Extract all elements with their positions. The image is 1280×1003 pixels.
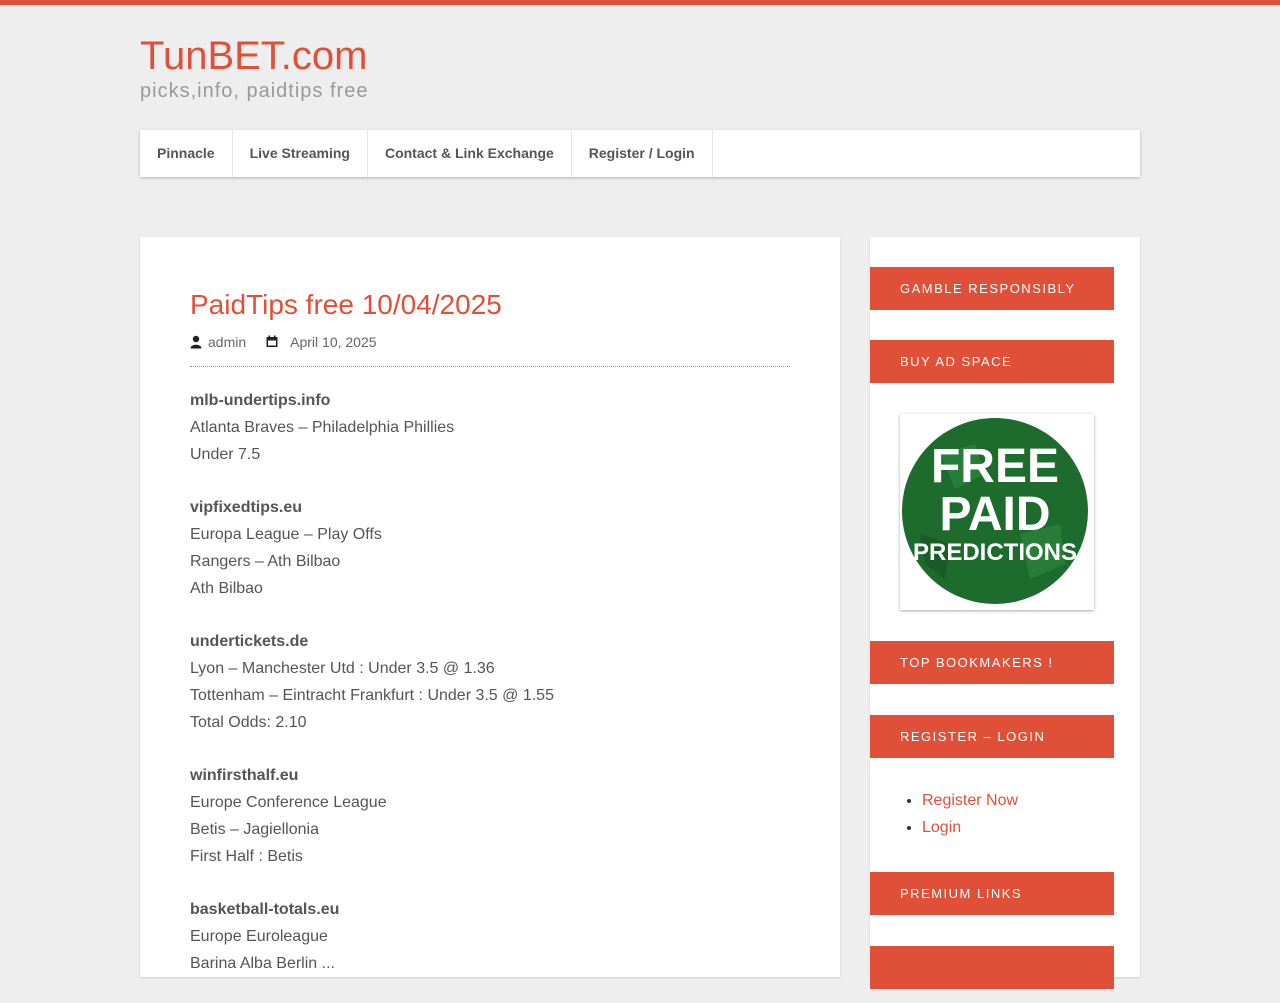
tip-source: mlb-undertips.info [190,392,331,409]
tip-source: basketball-totals.eu [190,901,340,918]
tip-block: vipfixedtips.eu Europa League – Play Off… [190,494,790,602]
post-author[interactable]: admin [208,334,246,350]
tip-line: Tottenham – Eintracht Frankfurt : Under … [190,687,554,704]
login-link[interactable]: Login [922,819,961,836]
tip-block: mlb-undertips.info Atlanta Braves – Phil… [190,387,790,468]
tip-block: winfirsthalf.eu Europe Conference League… [190,762,790,870]
meta-divider [190,366,790,367]
widget-title-gamble: GAMBLE RESPONSIBLY [870,267,1114,310]
tip-line: Total Odds: 2.10 [190,714,307,731]
tip-source: vipfixedtips.eu [190,499,303,516]
widget-title-next [870,946,1114,989]
sidebar: GAMBLE RESPONSIBLY BUY AD SPACE FREE PAI… [870,237,1140,989]
widget-title-premium-links: PREMIUM LINKS [870,872,1114,915]
post-content: mlb-undertips.info Atlanta Braves – Phil… [190,387,790,1003]
tip-line: Rangers – Ath Bilbao [190,553,341,570]
widget-title-top-bookmakers: TOP BOOKMAKERS ! [870,641,1114,684]
tip-line: Ath Bilbao [190,580,263,597]
nav-item-live-streaming[interactable]: Live Streaming [233,130,368,177]
free-paid-predictions-image[interactable]: FREE PAID PREDICTIONS [900,414,1094,610]
badge-text-line1: FREE [931,440,1059,493]
list-item: Register Now [922,787,1018,814]
tip-line: Europa League – Play Offs [190,526,382,543]
post-title[interactable]: PaidTips free 10/04/2025 [190,287,502,323]
tip-line: Betis – Jagiellonia [190,821,319,838]
badge-text-line2: PAID [939,488,1050,541]
list-item: Login [922,814,1018,841]
nav-item-pinnacle[interactable]: Pinnacle [140,130,233,177]
widget-title-register-login: REGISTER – LOGIN [870,715,1114,758]
predictions-badge-icon: FREE PAID PREDICTIONS [902,418,1088,604]
widget-title-buy-ad: BUY AD SPACE [870,340,1114,383]
tip-line: Europe Euroleague [190,928,328,945]
tip-line: Atlanta Braves – Philadelphia Phillies [190,419,455,436]
nav-item-register-login[interactable]: Register / Login [572,130,713,177]
user-icon [190,335,202,349]
top-accent-bar [0,0,1280,5]
main-navigation: Pinnacle Live Streaming Contact & Link E… [140,130,1140,177]
tip-line: Lyon – Manchester Utd : Under 3.5 @ 1.36 [190,660,495,677]
register-links-list: Register Now Login [900,787,1018,841]
site-title[interactable]: TunBET.com [140,32,367,80]
tip-line: Under 7.5 [190,446,261,463]
post-card: PaidTips free 10/04/2025 admin April 10,… [140,237,840,977]
post-meta: admin April 10, 2025 [190,333,377,351]
tip-line: Barina Alba Berlin ... [190,955,335,972]
site-tagline: picks,info, paidtips free [140,80,369,102]
tip-source: undertickets.de [190,633,309,650]
badge-text-line3: PREDICTIONS [913,539,1077,566]
tip-block: basketball-totals.eu Europe Euroleague B… [190,896,790,977]
nav-item-contact[interactable]: Contact & Link Exchange [368,130,572,177]
post-date[interactable]: April 10, 2025 [290,334,376,350]
tip-block: undertickets.de Lyon – Manchester Utd : … [190,628,790,736]
calendar-icon [266,335,278,347]
tip-line: Europe Conference League [190,794,387,811]
tip-source: winfirsthalf.eu [190,767,299,784]
tip-line: First Half : Betis [190,848,303,865]
register-now-link[interactable]: Register Now [922,792,1018,809]
